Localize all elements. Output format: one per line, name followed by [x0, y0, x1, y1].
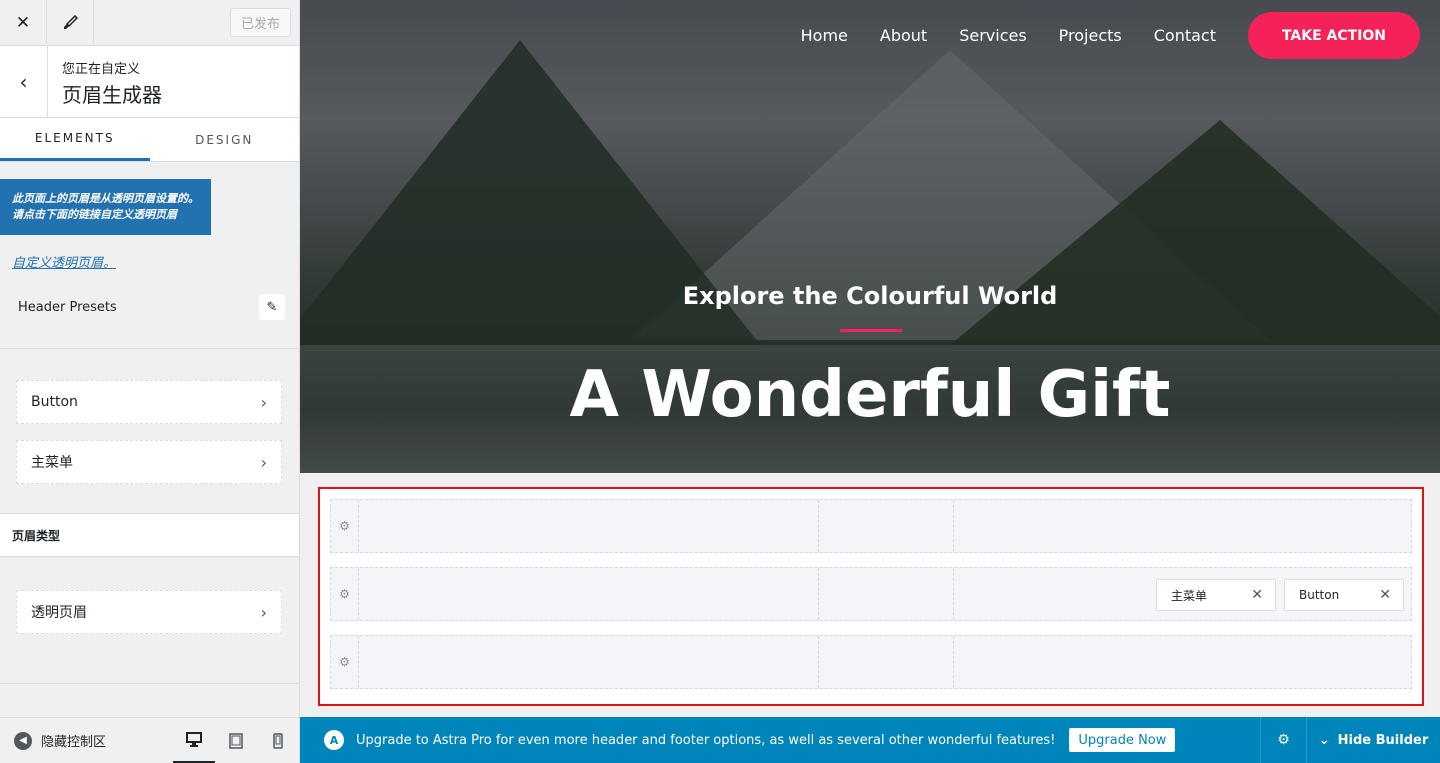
desktop-preview-button[interactable] [173, 718, 215, 763]
gear-icon: ⚙ [339, 655, 350, 669]
nav-home[interactable]: Home [801, 26, 848, 45]
builder-zone[interactable] [954, 500, 1411, 552]
sidebar-footer: ◀ 隐藏控制区 [0, 717, 299, 763]
hero-eyebrow: Explore the Colourful World [682, 282, 1058, 310]
hero-headline: A Wonderful Gift [569, 358, 1171, 432]
row-settings-button[interactable]: ⚙ [331, 636, 359, 688]
mobile-preview-button[interactable] [257, 718, 299, 763]
sidebar-item-transparent-header[interactable]: 透明页眉 › [16, 590, 282, 634]
chevron-right-icon: › [260, 392, 267, 412]
close-icon[interactable]: ✕ [1379, 587, 1391, 603]
mobile-icon [273, 732, 283, 749]
brush-button[interactable] [47, 0, 94, 46]
gear-icon: ⚙ [339, 587, 350, 601]
chip-label: Button [1299, 588, 1340, 602]
close-icon[interactable]: ✕ [1251, 587, 1263, 603]
builder-settings-button[interactable]: ⚙ [1260, 717, 1306, 763]
tablet-icon [229, 732, 243, 749]
header-presets-row: Header Presets ✎ [0, 293, 299, 321]
builder-row-primary: ⚙ 主菜单 ✕ Button ✕ [330, 567, 1412, 621]
sidebar-item-label: 透明页眉 [31, 605, 87, 621]
collapse-icon[interactable]: ◀ [14, 731, 32, 750]
sidebar-item-button[interactable]: Button › [16, 380, 282, 424]
header-presets-label: Header Presets [18, 299, 117, 315]
hide-builder-label: Hide Builder [1337, 732, 1429, 748]
chevron-right-icon: › [260, 602, 267, 622]
builder-row-above: ⚙ [330, 499, 1412, 553]
nav-about[interactable]: About [880, 26, 927, 45]
transparent-header-notice: 此页面上的页眉是从透明页眉设置的。请点击下面的链接自定义透明页眉 [0, 179, 211, 235]
row-settings-button[interactable]: ⚙ [331, 500, 359, 552]
builder-chip-primary-menu[interactable]: 主菜单 ✕ [1156, 579, 1276, 611]
customizer-context: ‹ 您正在自定义 页眉生成器 [0, 46, 299, 118]
builder-zone[interactable] [819, 636, 954, 688]
astra-logo-icon: A [324, 730, 344, 750]
hide-builder-button[interactable]: ⌄ Hide Builder [1306, 717, 1440, 763]
take-action-button[interactable]: TAKE ACTION [1248, 12, 1420, 59]
hero-divider [840, 329, 902, 332]
builder-zone[interactable] [954, 636, 1411, 688]
chip-label: 主菜单 [1171, 588, 1208, 603]
customizer-sidebar: ✕ 已发布 ‹ 您正在自定义 页眉生成器 ELEMENTS DESIGN 此页面… [0, 0, 300, 763]
desktop-icon [186, 731, 202, 747]
brush-icon [64, 14, 78, 29]
chevron-left-icon: ‹ [19, 69, 28, 94]
nav-projects[interactable]: Projects [1059, 26, 1122, 45]
chevron-down-icon: ⌄ [1318, 732, 1330, 748]
tab-elements[interactable]: ELEMENTS [0, 118, 150, 161]
close-icon: ✕ [15, 12, 31, 33]
sidebar-item-label: Button [31, 394, 78, 410]
close-button[interactable]: ✕ [0, 0, 47, 46]
sidebar-topbar: ✕ 已发布 [0, 0, 299, 46]
device-switcher [173, 718, 299, 763]
tab-design[interactable]: DESIGN [150, 118, 300, 161]
builder-row-below: ⚙ [330, 635, 1412, 689]
customize-transparent-header-link[interactable]: 自定义透明页眉。 [12, 252, 299, 271]
panel-tabs: ELEMENTS DESIGN [0, 118, 299, 162]
upgrade-message: Upgrade to Astra Pro for even more heade… [356, 732, 1056, 748]
header-builder: ⚙ ⚙ 主菜单 ✕ Button ✕ ⚙ [318, 487, 1424, 706]
hero-section: Home About Services Projects Contact TAK… [300, 0, 1440, 473]
pencil-icon: ✎ [266, 299, 278, 315]
publish-button[interactable]: 已发布 [229, 8, 291, 37]
tablet-preview-button[interactable] [215, 718, 257, 763]
sidebar-item-primary-menu[interactable]: 主菜单 › [16, 440, 282, 484]
hide-controls-button[interactable]: 隐藏控制区 [41, 731, 106, 750]
nav-services[interactable]: Services [959, 26, 1026, 45]
back-button[interactable]: ‹ [0, 46, 48, 117]
upgrade-now-button[interactable]: Upgrade Now [1069, 728, 1176, 752]
sidebar-item-label: 主菜单 [31, 455, 73, 471]
gear-icon: ⚙ [1277, 732, 1290, 748]
builder-chip-button[interactable]: Button ✕ [1284, 579, 1404, 611]
divider [0, 348, 299, 349]
header-presets-edit-button[interactable]: ✎ [259, 294, 285, 320]
upgrade-bar: A Upgrade to Astra Pro for even more hea… [300, 717, 1440, 763]
header-type-heading: 页眉类型 [0, 513, 299, 557]
primary-menu: Home About Services Projects Contact TAK… [801, 12, 1420, 59]
divider [0, 683, 299, 684]
builder-zone[interactable] [819, 568, 954, 620]
builder-zone[interactable] [359, 500, 819, 552]
builder-zone[interactable] [819, 500, 954, 552]
context-title: 页眉生成器 [62, 83, 162, 107]
gear-icon: ⚙ [339, 519, 350, 533]
row-settings-button[interactable]: ⚙ [331, 568, 359, 620]
builder-zone[interactable] [359, 568, 819, 620]
site-preview: Home About Services Projects Contact TAK… [300, 0, 1440, 717]
context-subtitle: 您正在自定义 [62, 62, 141, 77]
builder-zone[interactable] [359, 636, 819, 688]
nav-contact[interactable]: Contact [1154, 26, 1216, 45]
chevron-right-icon: › [260, 452, 267, 472]
